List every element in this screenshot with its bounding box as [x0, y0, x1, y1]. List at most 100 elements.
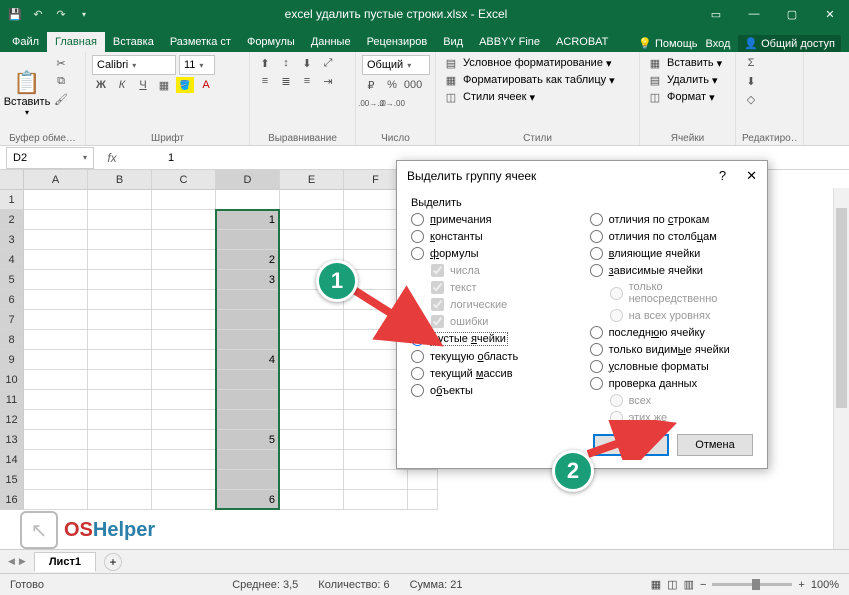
cell[interactable]	[216, 230, 280, 250]
cell[interactable]	[216, 390, 280, 410]
cell[interactable]	[24, 430, 88, 450]
dec-dec-icon[interactable]: .0→.00	[383, 95, 401, 111]
dialog-option[interactable]: текущий массив	[411, 367, 570, 380]
cell[interactable]	[280, 430, 344, 450]
cell[interactable]	[24, 370, 88, 390]
ribbon-tab-главная[interactable]: Главная	[47, 32, 105, 52]
cell[interactable]: 5	[216, 430, 280, 450]
ribbon-tab-вид[interactable]: Вид	[435, 32, 471, 52]
insert-button[interactable]: ▦Вставить ▾	[646, 55, 729, 71]
redo-icon[interactable]: ↷	[50, 3, 72, 25]
dialog-option[interactable]: пустые ячейки	[411, 332, 570, 346]
cell[interactable]	[24, 250, 88, 270]
cell[interactable]	[88, 330, 152, 350]
dialog-option[interactable]: отличия по столбцам	[590, 230, 753, 243]
ribbon-tab-разметка ст[interactable]: Разметка ст	[162, 32, 239, 52]
col-header[interactable]: C	[152, 170, 216, 190]
row-header[interactable]: 11	[0, 390, 24, 410]
row-header[interactable]: 15	[0, 470, 24, 490]
zoom-out-icon[interactable]: −	[700, 579, 706, 591]
cell[interactable]	[280, 350, 344, 370]
cell[interactable]	[280, 190, 344, 210]
cell[interactable]	[88, 290, 152, 310]
tell-me[interactable]: 💡 Помощь	[638, 37, 697, 50]
cell[interactable]	[24, 330, 88, 350]
cell[interactable]	[408, 470, 438, 490]
dialog-option[interactable]: проверка данных	[590, 377, 753, 390]
zoom-in-icon[interactable]: +	[798, 579, 804, 591]
row-header[interactable]: 6	[0, 290, 24, 310]
minimize-icon[interactable]: —	[735, 0, 773, 28]
cell[interactable]	[24, 210, 88, 230]
row-header[interactable]: 8	[0, 330, 24, 350]
ribbon-tab-файл[interactable]: Файл	[4, 32, 47, 52]
font-name-combo[interactable]: Calibri	[92, 55, 176, 75]
cut-icon[interactable]: ✂	[52, 55, 70, 71]
cell[interactable]	[280, 450, 344, 470]
copy-icon[interactable]: ⧉	[52, 73, 70, 89]
cond-format-button[interactable]: ▤Условное форматирование ▾	[442, 55, 633, 71]
maximize-icon[interactable]: ▢	[773, 0, 811, 28]
row-header[interactable]: 1	[0, 190, 24, 210]
row-header[interactable]: 2	[0, 210, 24, 230]
row-header[interactable]: 14	[0, 450, 24, 470]
fx-icon[interactable]: fx	[102, 151, 122, 165]
cell[interactable]	[280, 410, 344, 430]
cell[interactable]	[152, 350, 216, 370]
sheet-tab[interactable]: Лист1	[34, 552, 96, 572]
cell[interactable]	[24, 410, 88, 430]
cell[interactable]	[88, 270, 152, 290]
cell[interactable]	[280, 210, 344, 230]
font-size-combo[interactable]: 11	[179, 55, 215, 75]
sheet-nav-prev-icon[interactable]: ◀	[8, 556, 15, 567]
cell[interactable]	[152, 470, 216, 490]
autosum-icon[interactable]: Σ	[742, 55, 760, 71]
align-right-icon[interactable]: ≡	[298, 73, 316, 89]
dialog-option[interactable]: примечания	[411, 213, 570, 226]
align-mid-icon[interactable]: ↕	[277, 55, 295, 71]
align-top-icon[interactable]: ⬆	[256, 55, 274, 71]
row-header[interactable]: 7	[0, 310, 24, 330]
comma-icon[interactable]: 000	[404, 77, 422, 93]
dec-inc-icon[interactable]: .00→.0	[362, 95, 380, 111]
delete-button[interactable]: ▤Удалить ▾	[646, 72, 729, 88]
dialog-option[interactable]: зависимые ячейки	[590, 264, 753, 277]
cell[interactable]	[88, 410, 152, 430]
number-format-combo[interactable]: Общий	[362, 55, 430, 75]
zoom-level[interactable]: 100%	[811, 579, 839, 591]
border-icon[interactable]: ▦	[155, 77, 173, 93]
cell[interactable]	[24, 350, 88, 370]
dialog-option[interactable]: только видимые ячейки	[590, 343, 753, 356]
ribbon-tab-формулы[interactable]: Формулы	[239, 32, 303, 52]
fill-down-icon[interactable]: ⬇	[742, 73, 760, 89]
cell[interactable]	[152, 430, 216, 450]
cell-styles-button[interactable]: ◫Стили ячеек ▾	[442, 89, 633, 105]
col-header[interactable]: D	[216, 170, 280, 190]
close-icon[interactable]: ✕	[811, 0, 849, 28]
cell[interactable]	[152, 390, 216, 410]
cell[interactable]: 4	[216, 350, 280, 370]
ribbon-tab-acrobat[interactable]: ACROBAT	[548, 32, 616, 52]
cell[interactable]	[152, 210, 216, 230]
cell[interactable]	[24, 490, 88, 510]
cell[interactable]: 6	[216, 490, 280, 510]
cell[interactable]	[280, 490, 344, 510]
cell[interactable]	[88, 430, 152, 450]
cell[interactable]	[88, 230, 152, 250]
cell[interactable]	[88, 350, 152, 370]
view-normal-icon[interactable]: ▦	[651, 578, 661, 591]
cell[interactable]	[88, 190, 152, 210]
cell[interactable]	[152, 410, 216, 430]
cell[interactable]	[24, 190, 88, 210]
cell[interactable]	[88, 470, 152, 490]
underline-icon[interactable]: Ч	[134, 77, 152, 93]
ribbon-tab-вставка[interactable]: Вставка	[105, 32, 162, 52]
cell[interactable]	[152, 330, 216, 350]
cell[interactable]	[152, 370, 216, 390]
dialog-help-icon[interactable]: ?	[719, 168, 726, 184]
clear-icon[interactable]: ◇	[742, 91, 760, 107]
cell[interactable]	[344, 470, 408, 490]
cell[interactable]	[152, 190, 216, 210]
bold-icon[interactable]: Ж	[92, 77, 110, 93]
cell[interactable]: 2	[216, 250, 280, 270]
